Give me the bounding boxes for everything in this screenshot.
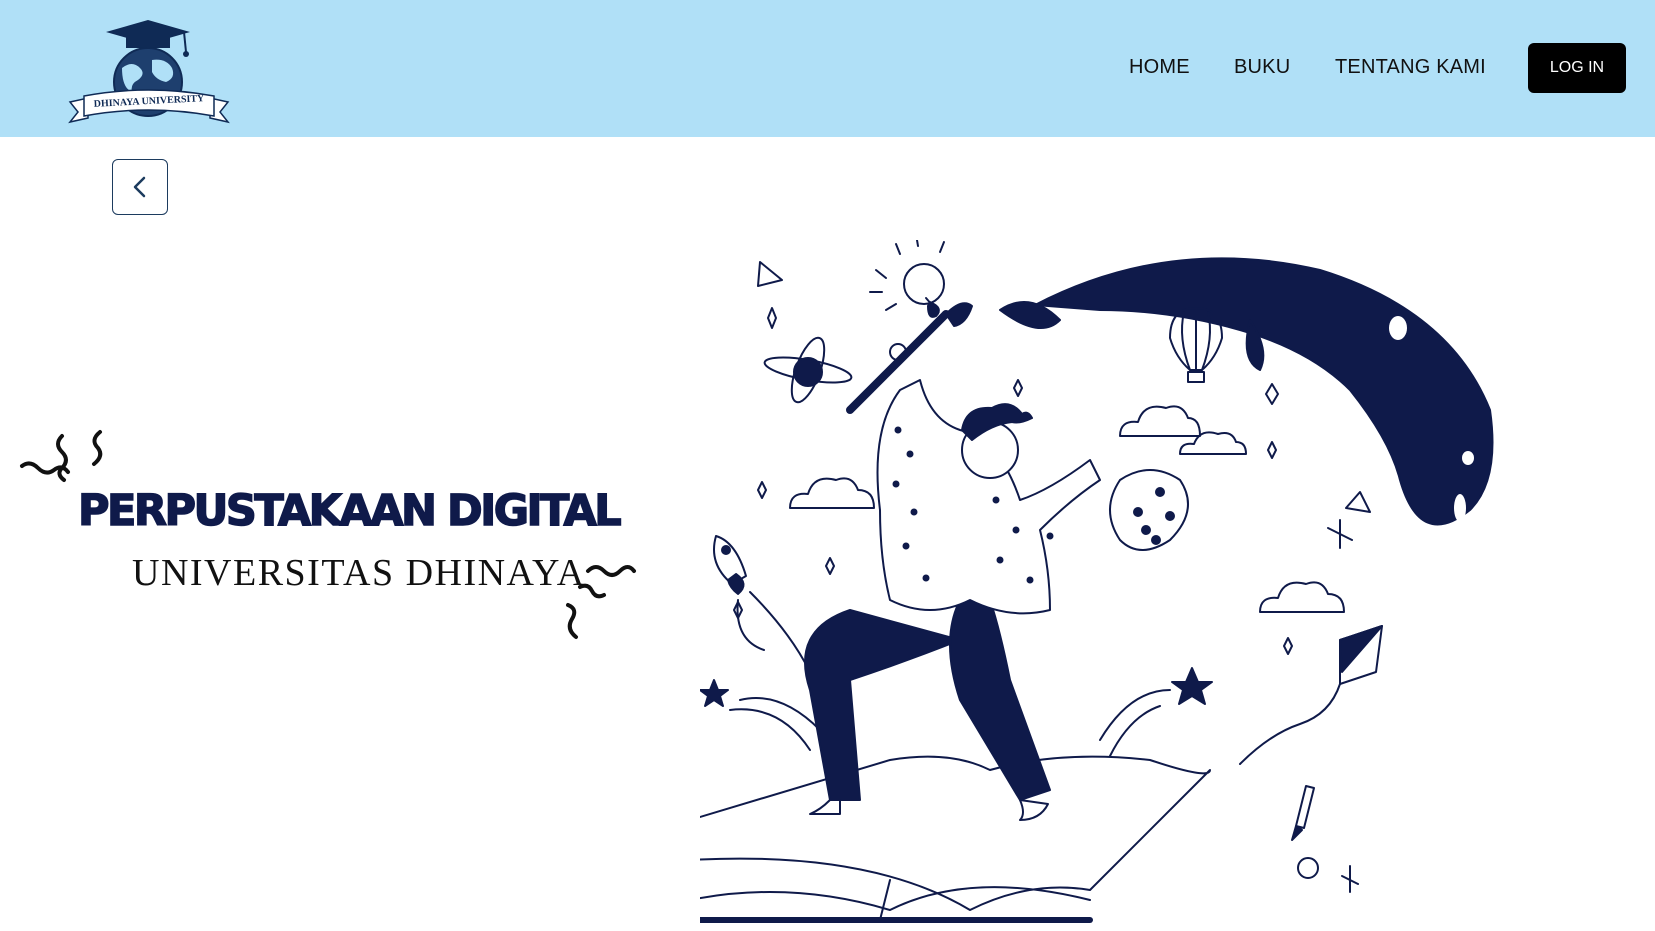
chevron-left-icon — [133, 176, 146, 198]
nav-buku[interactable]: BUKU — [1234, 56, 1290, 79]
back-button[interactable] — [112, 159, 168, 215]
university-logo[interactable]: DHINAYA UNIVERSITY — [66, 18, 232, 128]
login-button[interactable]: LOG IN — [1528, 43, 1626, 93]
graduation-cap-globe-icon — [68, 20, 230, 124]
top-navbar: DHINAYA UNIVERSITY HOME BUKU TENTANG KAM… — [0, 0, 1655, 137]
artist-painting-illustration — [700, 240, 1494, 923]
hero-title: PERPUSTAKAAN DIGITAL — [77, 485, 622, 537]
hero-subtitle: UNIVERSITAS DHINAYA — [132, 552, 586, 594]
squiggle-decoration — [566, 565, 636, 639]
nav-tentang-kami[interactable]: TENTANG KAMI — [1335, 56, 1486, 79]
nav-home[interactable]: HOME — [1129, 56, 1190, 79]
